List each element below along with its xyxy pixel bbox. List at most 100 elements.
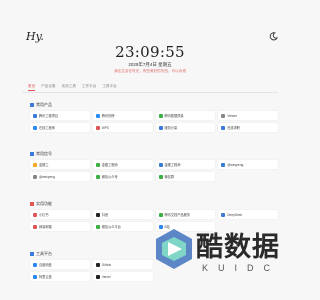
link-label: Github [101, 262, 112, 267]
clock: 23:09:55 [115, 43, 185, 61]
link-card[interactable]: 微信公众号 [92, 172, 153, 181]
section-header: 常用产品 [22, 101, 278, 108]
link-label: 服务计量 [164, 126, 178, 130]
link-label: 腾讯工程项目 [39, 114, 59, 118]
site-icon [33, 274, 37, 279]
site-icon [33, 162, 37, 167]
link-card[interactable]: 金蝶工程师 [92, 160, 153, 169]
site-icon [95, 174, 100, 179]
link-label: 腾讯文档产品服务 [164, 213, 191, 217]
watermark: 酷数据 KUIDC [152, 225, 292, 293]
kuidc-logo-icon [156, 229, 192, 269]
site-icon [95, 113, 100, 118]
watermark-text: 酷数据 [196, 232, 280, 263]
link-label: 网易邮箱 [39, 225, 52, 229]
link-label: 金蝶工程师 [164, 163, 181, 167]
link-label: 阿里云盘 [39, 275, 52, 279]
section: 常用信号金蝶工 金蝶工程师 金蝶工程师 @wespeng @wespeng 微信公众号 微信… [22, 150, 278, 181]
link-label: 微信公众平台 [101, 225, 121, 229]
moon-icon[interactable] [269, 32, 278, 41]
link-card[interactable]: 金蝶工 [30, 160, 90, 169]
site-icon [221, 113, 226, 118]
link-card[interactable]: 腾讯文档产品服务 [155, 210, 216, 219]
link-card[interactable]: 金蝶工程师 [155, 160, 216, 169]
site-icon [158, 162, 163, 167]
link-label: 微信公众号 [101, 175, 118, 179]
tab-platform[interactable]: 工具平台 [102, 84, 116, 91]
site-icon [33, 224, 37, 229]
site-icon [221, 162, 226, 167]
link-label: 金蝶工 [39, 163, 49, 167]
tabs-divider [22, 92, 278, 93]
logo[interactable]: Hy. [26, 30, 44, 43]
site-icon [33, 113, 37, 118]
link-card[interactable]: 腾讯热榜 [92, 111, 153, 120]
link-label: 腾讯数据质量 [164, 114, 184, 118]
link-label: 金蝶工程师 [101, 163, 118, 167]
link-label: 在线求职 [227, 126, 240, 130]
link-label: Vercel [101, 274, 111, 279]
link-card[interactable]: 在线工程师 [30, 123, 90, 132]
link-label: 小红书 [39, 213, 49, 217]
link-label: DeepSeek [227, 212, 243, 217]
site-icon [33, 174, 37, 179]
link-card[interactable]: WPS [92, 123, 153, 132]
link-label: 百度网盘 [39, 263, 52, 267]
tab-work[interactable]: 工作平台 [82, 84, 96, 91]
link-card[interactable]: DeepSeek [218, 210, 278, 219]
section-title: 常用信号 [36, 150, 52, 156]
link-card[interactable]: 抖音 [92, 210, 153, 219]
section-header: 常用信号 [22, 150, 278, 157]
link-card[interactable]: 腾讯数据质量 [155, 111, 216, 120]
site-icon [95, 262, 100, 267]
site-icon [221, 125, 226, 130]
slogan: 我往生自在时光，有些美好的东西，可以永恒 [114, 69, 186, 73]
link-grid: 金蝶工 金蝶工程师 金蝶工程师 @wespeng @wespeng 微信公众号 微信群 [22, 160, 278, 181]
link-card[interactable]: @wespeng [218, 160, 278, 169]
tab-home[interactable]: 首页 [28, 84, 36, 91]
link-card[interactable]: 在线求职 [218, 123, 278, 132]
section: 常用产品腾讯工程项目 腾讯热榜 腾讯数据质量 Viewer 在线工程师 WPS 服务计量 在线… [22, 101, 278, 132]
link-card[interactable]: 微信公众平台 [92, 222, 153, 231]
category-tabs: 首页 产品合集 实用工具 工作平台 工具平台 [28, 84, 117, 91]
link-label: 微信群 [164, 175, 175, 179]
section-icon [30, 151, 34, 156]
tab-products[interactable]: 产品合集 [41, 84, 55, 91]
link-label: 腾讯热榜 [101, 114, 115, 118]
link-card[interactable]: 服务计量 [155, 123, 216, 132]
link-card[interactable]: Vercel [92, 272, 153, 281]
section-icon [30, 102, 34, 107]
link-card[interactable]: Viewer [218, 111, 278, 120]
site-icon [33, 212, 37, 217]
site-icon [158, 113, 163, 118]
link-card[interactable]: 百度网盘 [30, 260, 90, 269]
link-card[interactable]: 微信群 [155, 172, 216, 181]
link-label: @wespeng [227, 162, 244, 167]
section-icon [30, 201, 34, 206]
site-icon [95, 125, 100, 130]
link-label: 在线工程师 [39, 126, 55, 130]
link-card[interactable]: 阿里云盘 [30, 272, 90, 281]
site-icon [33, 125, 37, 130]
link-label: 抖音 [101, 213, 109, 217]
section-title: 常用产品 [36, 101, 52, 107]
section-icon [30, 251, 34, 256]
link-label: @wespeng [39, 174, 55, 179]
link-label: Viewer [227, 113, 237, 118]
date: 2025年7月4日 星期五 [128, 62, 172, 67]
link-grid: 腾讯工程项目 腾讯热榜 腾讯数据质量 Viewer 在线工程师 WPS 服务计量 在线求职 [22, 111, 278, 132]
watermark-subtext: KUIDC [202, 263, 281, 273]
link-card[interactable]: 网易邮箱 [30, 222, 90, 231]
link-label: WPS [101, 125, 110, 130]
site-icon [95, 162, 100, 167]
section-title: 实用功能 [36, 200, 52, 206]
site-icon [33, 262, 37, 267]
link-card[interactable]: Github [92, 260, 153, 269]
link-card[interactable]: 小红书 [30, 210, 90, 219]
link-card[interactable]: @wespeng [30, 172, 90, 181]
section-title: 工具平台 [36, 250, 52, 256]
section-header: 实用功能 [22, 200, 278, 207]
link-card[interactable]: 腾讯工程项目 [30, 111, 90, 120]
tab-tools[interactable]: 实用工具 [62, 84, 76, 91]
site-icon [95, 212, 100, 217]
